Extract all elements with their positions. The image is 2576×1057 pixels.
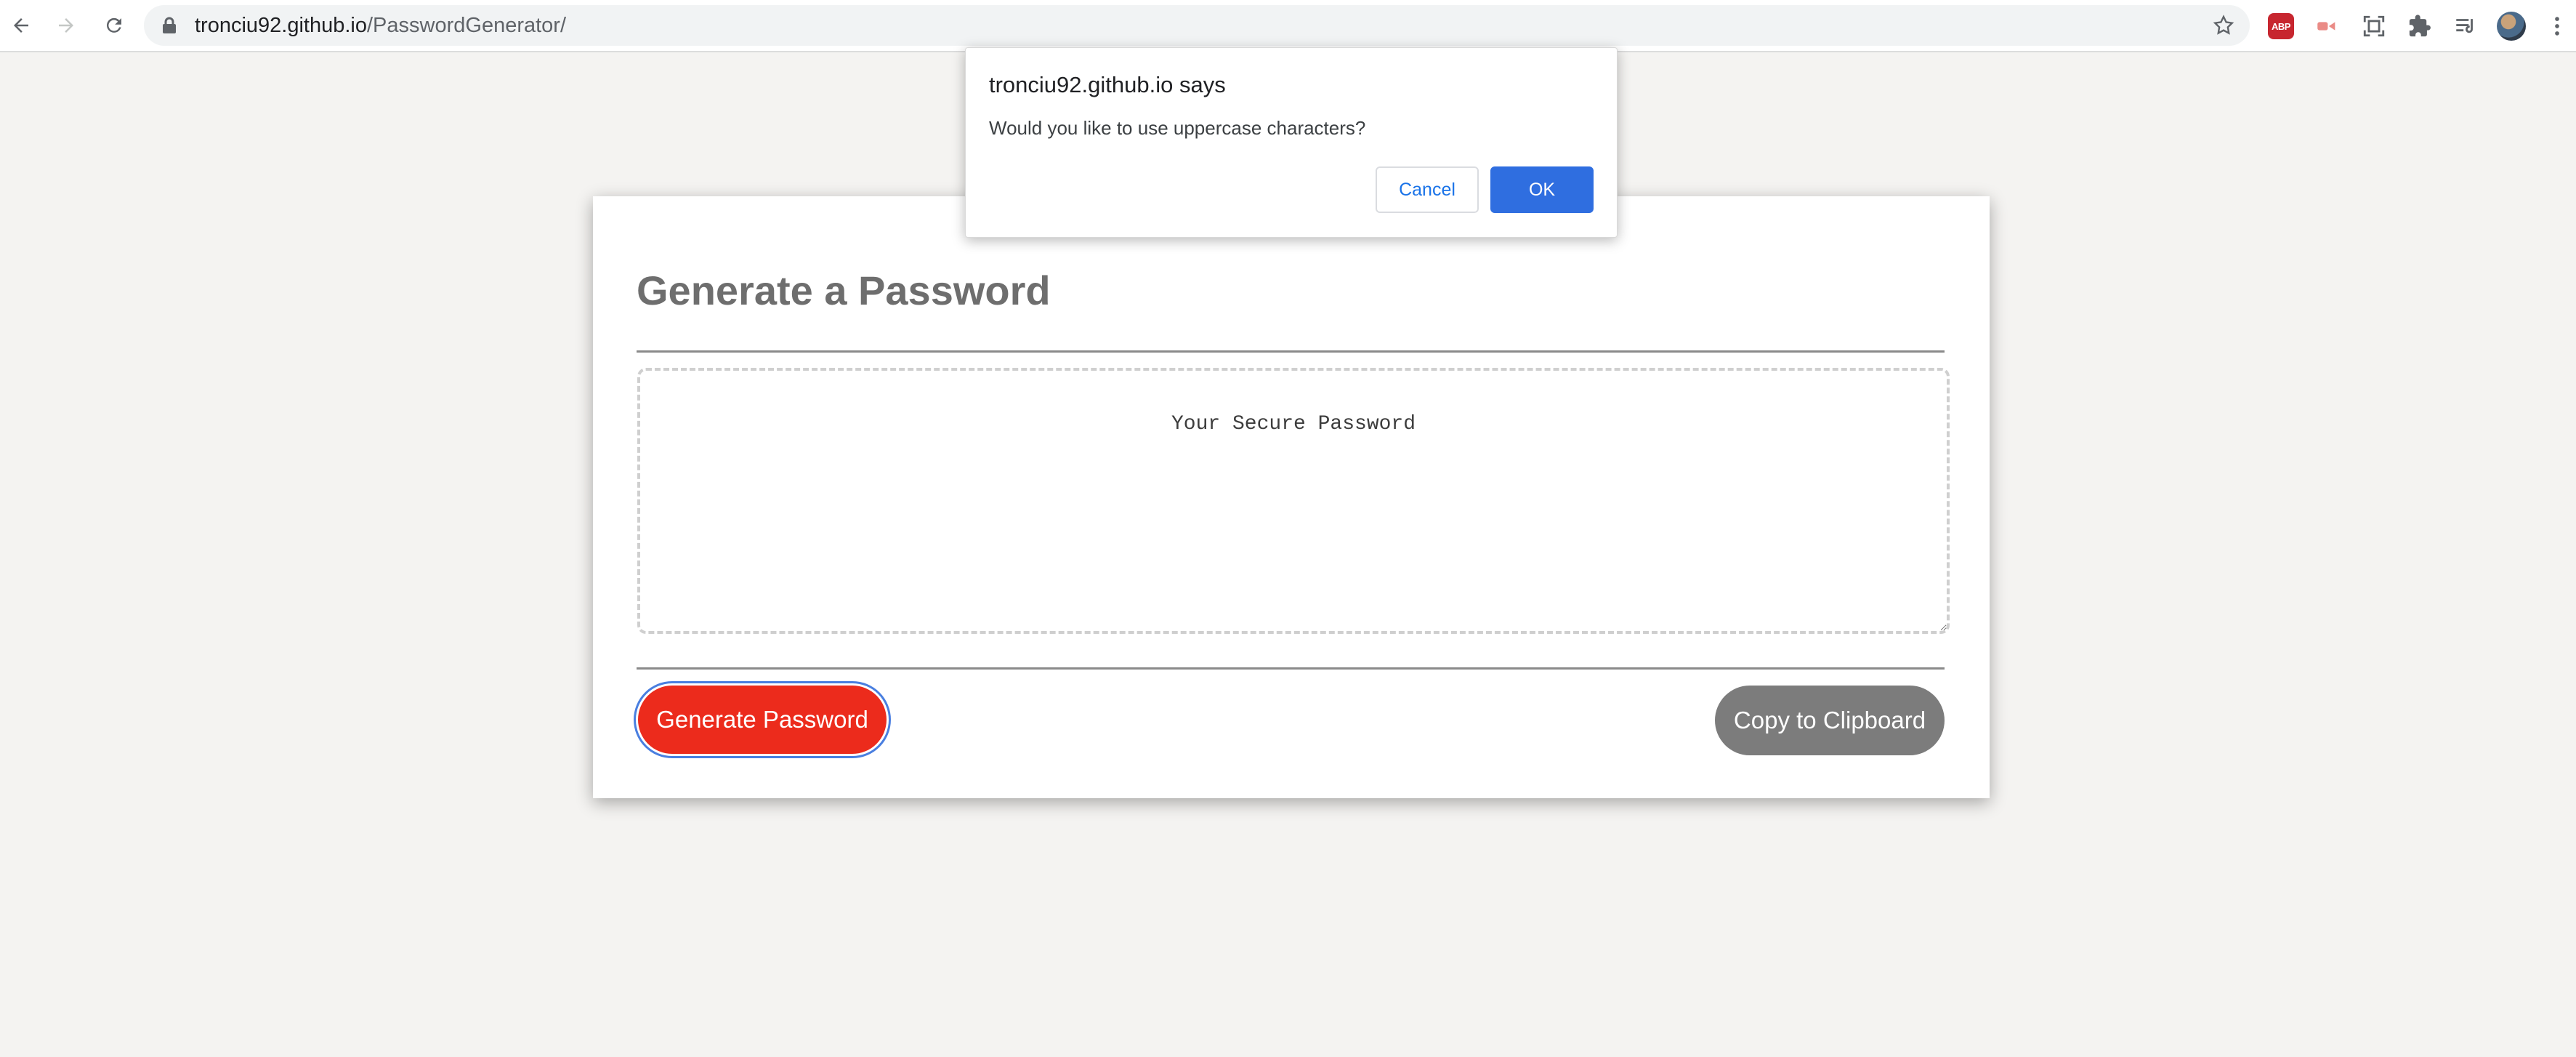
screenshot-icon (2363, 15, 2385, 37)
forward-icon (59, 18, 73, 33)
screenshot-extension[interactable] (2358, 10, 2390, 42)
address-bar[interactable]: tronciu92.github.io/PasswordGenerator/ (144, 5, 2250, 46)
dialog-cancel-button[interactable]: Cancel (1376, 166, 1479, 213)
dialog-ok-button[interactable]: OK (1490, 166, 1594, 213)
header-divider (637, 350, 1945, 353)
card-title: Generate a Password (637, 268, 1051, 313)
reading-list-button[interactable] (2450, 10, 2482, 42)
cast-icon (2317, 22, 2335, 31)
adblock-extension[interactable]: ABP (2265, 10, 2297, 42)
password-generator-card: Generate a Password Generate Password Co… (593, 196, 1990, 798)
profile-button[interactable] (2495, 10, 2527, 42)
url-path: /PasswordGenerator/ (367, 14, 567, 37)
back-icon (14, 18, 28, 33)
url-text: tronciu92.github.io/PasswordGenerator/ (195, 12, 566, 39)
url-host: tronciu92.github.io (195, 14, 367, 37)
footer-divider (637, 667, 1945, 670)
profile-avatar (2497, 12, 2526, 41)
dialog-title: tronciu92.github.io says (989, 72, 1226, 97)
adblock-icon: ABP (2268, 13, 2294, 39)
browser-menu-button[interactable] (2541, 10, 2573, 42)
menu-icon (2555, 17, 2559, 36)
generate-password-button[interactable]: Generate Password (638, 686, 887, 754)
extensions-icon (2409, 15, 2431, 37)
back-button[interactable] (4, 9, 38, 42)
reload-icon (106, 17, 121, 33)
extensions-button[interactable] (2404, 10, 2436, 42)
cast-extension[interactable] (2311, 10, 2343, 42)
dialog-message: Would you like to use uppercase characte… (989, 117, 1366, 139)
password-textarea[interactable] (637, 368, 1950, 634)
browser-toolbar: tronciu92.github.io/PasswordGenerator/ A… (0, 0, 2576, 52)
alert-dialog: tronciu92.github.io says Would you like … (965, 47, 1618, 238)
lock-icon (163, 17, 176, 33)
star-icon[interactable] (2212, 14, 2235, 37)
copy-to-clipboard-button[interactable]: Copy to Clipboard (1715, 686, 1945, 755)
forward-button[interactable] (49, 9, 83, 42)
reload-button[interactable] (97, 9, 131, 42)
reading-list-icon (2456, 19, 2473, 33)
